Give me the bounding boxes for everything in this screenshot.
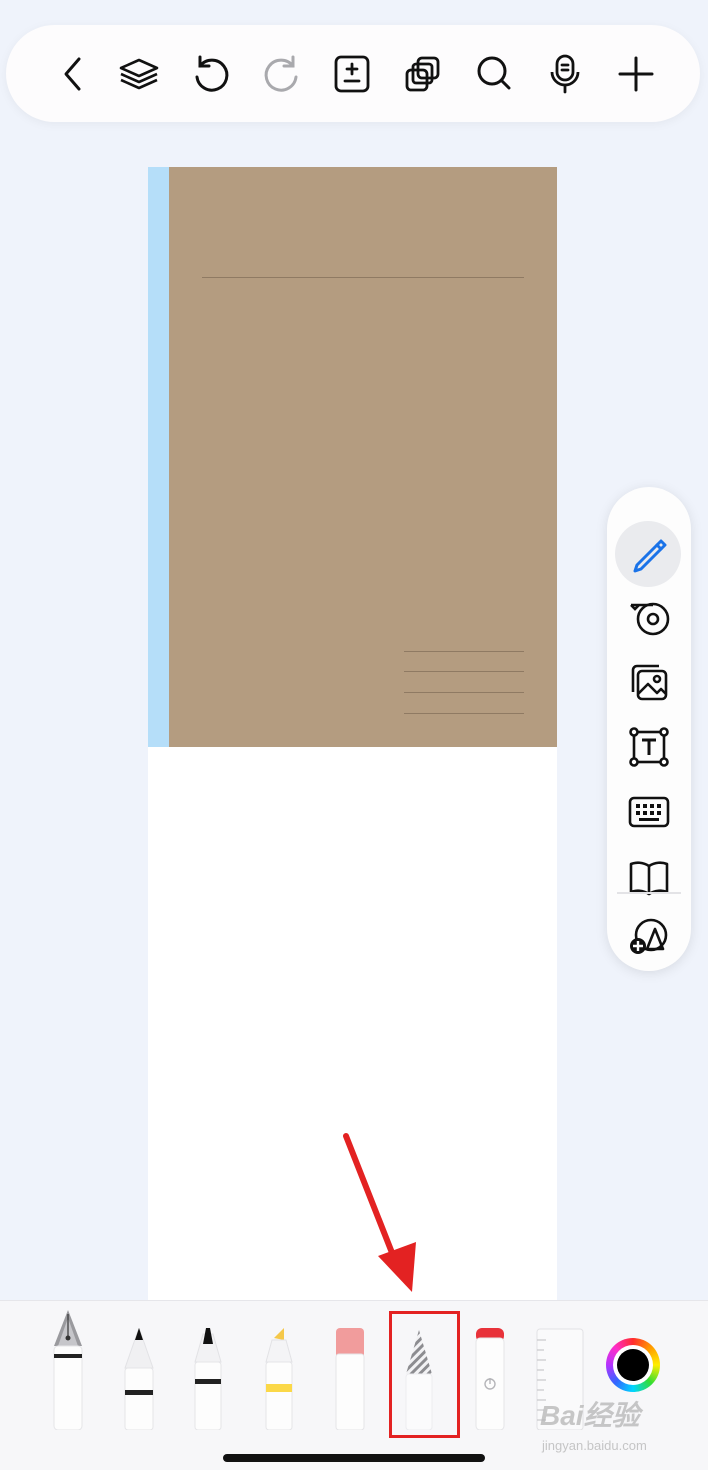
plus-icon [618,56,654,92]
cover-title-line [202,277,524,278]
search-icon [477,56,511,90]
tape-icon [630,602,670,636]
add-button[interactable] [611,49,661,99]
highlighter-tool[interactable] [262,1328,296,1430]
book-tool-button[interactable] [615,847,683,907]
watermark-main: Bai经验 [540,1400,640,1431]
image-icon [631,664,668,701]
microphone-button[interactable] [540,49,590,99]
color-picker-button[interactable] [606,1338,660,1392]
cover-info-line [404,671,524,672]
fountain-pen-tool[interactable] [50,1308,86,1430]
back-button[interactable] [49,49,99,99]
selected-tool-highlight [389,1311,460,1438]
tape-tool-button[interactable] [615,587,683,647]
top-toolbar [6,25,700,122]
image-tool-button[interactable] [615,652,683,712]
watermark: Bai经验 jingyan.baidu.com [540,1390,700,1460]
page-add-button[interactable] [327,49,377,99]
search-button[interactable] [469,49,519,99]
duplicate-button[interactable] [398,49,448,99]
pencil-tool-button[interactable] [615,521,683,587]
back-chevron-icon [64,57,81,91]
palette-divider [617,892,681,894]
cover-info-line [404,713,524,714]
laser-pointer-tool[interactable] [474,1328,506,1430]
current-color-swatch [617,1349,649,1381]
notebook-cover [148,167,557,747]
undo-button[interactable] [186,49,236,99]
redo-icon [264,55,298,92]
microphone-icon [550,54,580,94]
text-box-icon [629,727,669,767]
duplicate-icon [405,56,440,92]
page-add-icon [334,55,370,93]
tool-palette [607,487,691,971]
redo-button[interactable] [257,49,307,99]
cover-info-line [404,692,524,693]
annotation-arrow [343,1133,416,1292]
home-indicator[interactable] [223,1454,485,1462]
shape-add-icon [630,918,668,954]
layers-icon [119,58,159,90]
watermark-sub: jingyan.baidu.com [542,1438,647,1453]
shape-add-tool-button[interactable] [615,905,683,965]
text-box-tool-button[interactable] [615,717,683,777]
keyboard-tool-button[interactable] [615,782,683,842]
ballpoint-pen-tool[interactable] [122,1328,156,1430]
layers-button[interactable] [114,49,164,99]
pencil-icon [633,539,667,573]
keyboard-icon [628,796,670,828]
undo-icon [195,55,229,92]
cover-info-line [404,651,524,652]
marker-pen-tool[interactable] [192,1328,224,1430]
eraser-tool[interactable] [334,1328,366,1430]
notebook-spine [148,167,169,747]
